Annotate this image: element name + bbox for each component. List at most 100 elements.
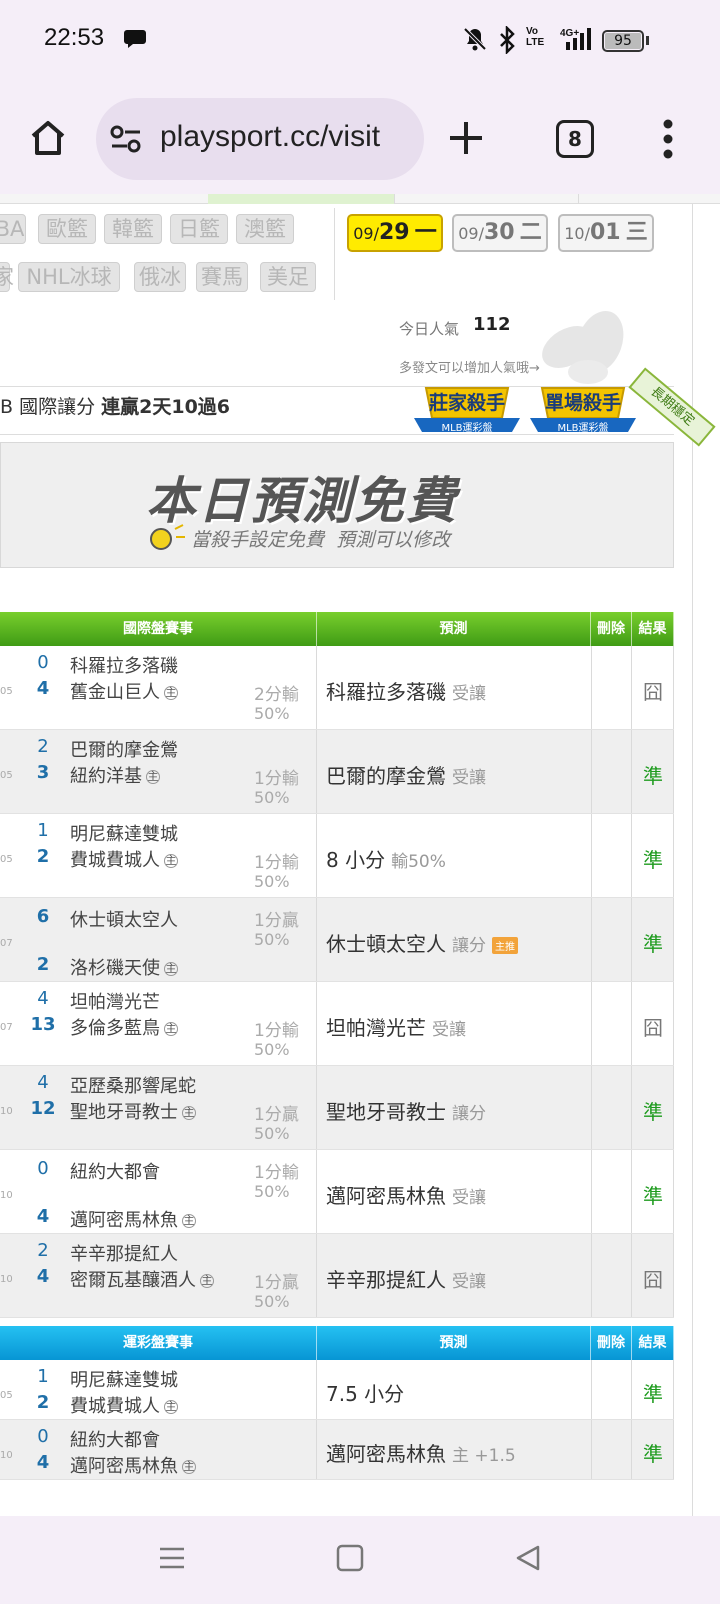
handicap-result: 1分輸: [254, 769, 299, 789]
match-time: 07: [0, 1022, 13, 1033]
handicap-percent: 50%: [254, 788, 290, 807]
match-time: 10: [0, 1274, 13, 1285]
table1-header: 國際盤賽事 預測 刪除 結果: [0, 612, 674, 646]
status-bar: 22:53 Vo LTE 4G+ 95: [0, 0, 720, 84]
bluetooth-icon: [500, 26, 515, 54]
sport-tab-partial[interactable]: 家: [0, 262, 14, 292]
away-score: 2: [37, 1240, 49, 1261]
butterfly-watermark-icon: [542, 311, 624, 384]
col-header-prediction: 預測: [317, 1326, 591, 1360]
prediction-type: 讓分: [452, 1104, 486, 1124]
date-tab-0930[interactable]: 09/30 二: [452, 214, 548, 252]
site-settings-icon[interactable]: [110, 124, 142, 154]
home-marker: 主: [164, 962, 178, 976]
sport-tab-nhl[interactable]: NHL冰球: [18, 262, 120, 292]
prediction-pick: 巴爾的摩金鶯: [326, 764, 446, 788]
table-row: 05 1 2 明尼蘇達雙城 費城費城人主 7.5 小分 準: [0, 1360, 674, 1420]
back-icon[interactable]: [514, 1544, 542, 1572]
sport-tab-ba[interactable]: BA: [0, 214, 26, 244]
result-mark: 準: [643, 1442, 663, 1466]
away-score: 2: [37, 736, 49, 757]
home-score: 4: [36, 1206, 50, 1227]
handicap-percent: 50%: [254, 872, 290, 891]
away-score: 0: [37, 1426, 49, 1447]
prediction-pick: 8 小分: [326, 848, 386, 872]
sport-tab-japan-basketball[interactable]: 日籃: [170, 214, 228, 244]
delete-cell[interactable]: [591, 1066, 632, 1149]
table-row: 05 0 4 科羅拉多落磯 舊金山巨人主 2分輸 50% 科羅拉多落磯 受讓囧: [0, 646, 674, 730]
battery-icon: 95: [602, 30, 644, 52]
sport-tab-russia-hockey[interactable]: 俄冰: [134, 262, 186, 292]
plus-icon[interactable]: [448, 120, 484, 156]
delete-cell[interactable]: [591, 646, 632, 729]
home-marker: 主: [164, 686, 178, 700]
delete-cell[interactable]: [591, 982, 632, 1065]
prediction[interactable]: 休士頓太空人 讓分 主推: [326, 928, 518, 957]
delete-cell[interactable]: [591, 1420, 632, 1479]
result-mark: 準: [643, 1100, 663, 1124]
away-score: 4: [37, 1072, 49, 1093]
volte-icon: Vo LTE: [526, 26, 545, 48]
home-score: 4: [36, 1452, 50, 1473]
prediction[interactable]: 坦帕灣光芒 受讓: [326, 1012, 466, 1041]
free-prediction-banner[interactable]: 本日預測免費 當殺手設定免費 預測可以修改: [0, 442, 674, 568]
date-tab-0929[interactable]: 09/29 一: [347, 214, 443, 252]
home-team: 洛杉磯天使主: [70, 954, 178, 980]
badge-dealer-killer[interactable]: 莊家殺手 MLB運彩盤: [412, 384, 522, 440]
away-score: 4: [37, 988, 49, 1009]
prediction[interactable]: 科羅拉多落磯 受讓: [326, 676, 486, 705]
svg-text:4G+: 4G+: [560, 28, 579, 39]
sport-tab-euro-basketball[interactable]: 歐籃: [38, 214, 96, 244]
home-team-name: 多倫多藍鳥: [70, 1018, 160, 1039]
table-row: 10 0 4 紐約大都會 邁阿密馬林魚主邁阿密馬林魚主 +1.5 準: [0, 1420, 674, 1480]
system-nav-bar: [0, 1516, 720, 1604]
sport-tab-aus-basketball[interactable]: 澳籃: [236, 214, 294, 244]
home-team: 密爾瓦基釀酒人主: [70, 1266, 214, 1292]
prediction-type: 受讓: [452, 1272, 486, 1292]
table-row: 05 2 3 巴爾的摩金鶯 紐約洋基主 1分輸 50% 巴爾的摩金鶯 受讓準: [0, 730, 674, 814]
badge-single-killer[interactable]: 單場殺手 MLB運彩盤: [528, 384, 638, 440]
result-mark: 準: [643, 1382, 663, 1406]
away-score: 0: [37, 1158, 49, 1179]
home-team-name: 密爾瓦基釀酒人: [70, 1270, 196, 1291]
away-team: 辛辛那提紅人: [70, 1244, 178, 1265]
home-score: 2: [36, 1392, 50, 1413]
home-team: 舊金山巨人主: [70, 678, 178, 704]
delete-cell[interactable]: [591, 814, 632, 897]
delete-cell[interactable]: [591, 1234, 632, 1317]
sport-tab-korea-basketball[interactable]: 韓籃: [104, 214, 162, 244]
delete-cell[interactable]: [591, 1360, 632, 1419]
prediction-pick: 科羅拉多落磯: [326, 680, 446, 704]
prediction[interactable]: 邁阿密馬林魚主 +1.5: [326, 1438, 516, 1467]
home-team: 費城費城人主: [70, 1392, 178, 1418]
sport-tab-american-football[interactable]: 美足: [260, 262, 316, 292]
tabs-icon[interactable]: 8: [556, 120, 594, 158]
square-icon[interactable]: [336, 1544, 364, 1572]
delete-cell[interactable]: [591, 1150, 632, 1233]
date-tab-1001[interactable]: 10/01 三: [558, 214, 654, 252]
prediction[interactable]: 辛辛那提紅人 受讓: [326, 1264, 486, 1293]
menu-icon[interactable]: [158, 1544, 186, 1572]
result-mark: 囧: [643, 680, 663, 704]
url-text[interactable]: playsport.cc/visit: [160, 120, 416, 154]
address-bar[interactable]: playsport.cc/visit: [96, 98, 424, 180]
prediction[interactable]: 巴爾的摩金鶯 受讓: [326, 760, 486, 789]
home-team-name: 舊金山巨人: [70, 682, 160, 703]
table2-header: 運彩盤賽事 預測 刪除 結果: [0, 1326, 674, 1360]
prediction[interactable]: 聖地牙哥教士 讓分: [326, 1096, 486, 1125]
prediction[interactable]: 邁阿密馬林魚 受讓: [326, 1180, 486, 1209]
prediction[interactable]: 7.5 小分: [326, 1378, 404, 1407]
match-time: 10: [0, 1190, 13, 1201]
match-time: 05: [0, 854, 13, 865]
popularity-value: 112: [473, 314, 511, 335]
home-icon[interactable]: [28, 118, 68, 158]
result-mark: 準: [643, 764, 663, 788]
record-streak: 連贏2天10過6: [101, 396, 231, 418]
prediction[interactable]: 8 小分 輸50%: [326, 844, 446, 873]
home-team: 聖地牙哥教士主: [70, 1098, 196, 1124]
sport-tab-horse-racing[interactable]: 賽馬: [196, 262, 248, 292]
delete-cell[interactable]: [591, 730, 632, 813]
delete-cell[interactable]: [591, 898, 632, 981]
more-icon[interactable]: [662, 118, 674, 160]
prediction-type: 受讓: [432, 1020, 466, 1040]
